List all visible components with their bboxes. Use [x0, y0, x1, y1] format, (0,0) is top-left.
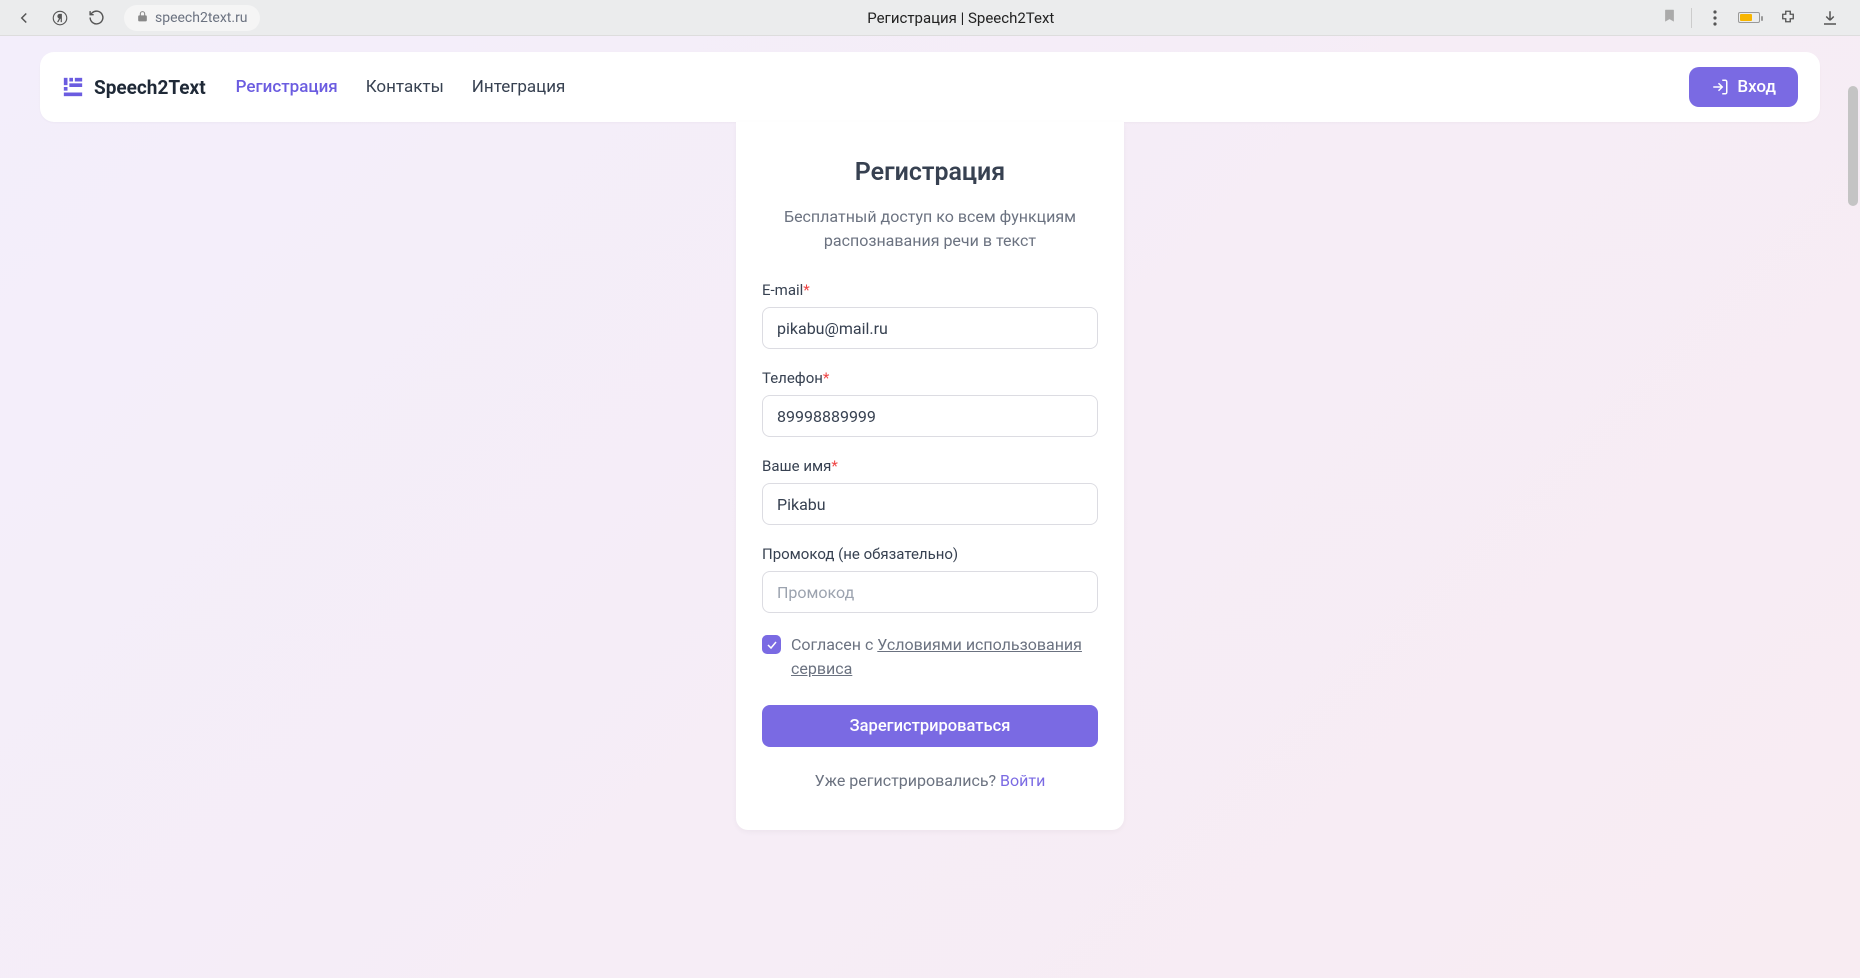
- submit-button[interactable]: Зарегистрироваться: [762, 705, 1098, 747]
- extensions-button[interactable]: [1774, 4, 1802, 32]
- reload-button[interactable]: [82, 4, 110, 32]
- nav-link-integration[interactable]: Интеграция: [472, 77, 566, 97]
- login-button[interactable]: Вход: [1689, 67, 1798, 107]
- brand-name: Speech2Text: [94, 76, 206, 99]
- name-group: Ваше имя*: [762, 457, 1098, 525]
- email-label: E-mail*: [762, 281, 1098, 299]
- login-button-label: Вход: [1737, 77, 1776, 97]
- separator: [1691, 8, 1692, 28]
- name-label: Ваше имя*: [762, 457, 1098, 475]
- login-icon: [1711, 78, 1729, 96]
- nav-link-contacts[interactable]: Контакты: [366, 77, 444, 97]
- name-field[interactable]: [762, 483, 1098, 525]
- page-body: Speech2Text Регистрация Контакты Интегра…: [0, 36, 1860, 978]
- phone-label: Телефон*: [762, 369, 1098, 387]
- url-text: speech2text.ru: [155, 10, 248, 26]
- required-marker: *: [823, 369, 829, 387]
- promo-field[interactable]: [762, 571, 1098, 613]
- navbar: Speech2Text Регистрация Контакты Интегра…: [40, 52, 1820, 122]
- menu-button[interactable]: [1706, 4, 1724, 32]
- brand[interactable]: Speech2Text: [62, 76, 206, 99]
- required-marker: *: [831, 457, 837, 475]
- download-button[interactable]: [1816, 4, 1844, 32]
- phone-field[interactable]: [762, 395, 1098, 437]
- card-subtitle: Бесплатный доступ ко всем функциям распо…: [762, 205, 1098, 253]
- battery-icon: [1738, 8, 1760, 27]
- required-marker: *: [803, 281, 809, 299]
- check-icon: [766, 639, 778, 651]
- tab-title: Регистрация | Speech2Text: [268, 9, 1654, 27]
- signin-link[interactable]: Войти: [1000, 771, 1045, 790]
- register-card: Регистрация Бесплатный доступ ко всем фу…: [736, 122, 1124, 830]
- phone-group: Телефон*: [762, 369, 1098, 437]
- email-field[interactable]: [762, 307, 1098, 349]
- promo-group: Промокод (не обязательно): [762, 545, 1098, 613]
- agree-row: Согласен с Условиями использования серви…: [762, 633, 1098, 681]
- card-title: Регистрация: [762, 158, 1098, 187]
- nav-link-register[interactable]: Регистрация: [236, 77, 338, 97]
- bookmark-icon[interactable]: [1662, 7, 1677, 29]
- back-button[interactable]: [10, 4, 38, 32]
- footer-text: Уже регистрировались? Войти: [762, 771, 1098, 790]
- yandex-button[interactable]: [46, 4, 74, 32]
- brand-logo-icon: [62, 76, 84, 98]
- promo-label: Промокод (не обязательно): [762, 545, 1098, 563]
- address-bar[interactable]: speech2text.ru: [124, 5, 260, 31]
- lock-icon: [136, 8, 149, 27]
- agree-checkbox[interactable]: [762, 635, 781, 654]
- agree-text: Согласен с Условиями использования серви…: [791, 633, 1098, 681]
- email-group: E-mail*: [762, 281, 1098, 349]
- browser-chrome: speech2text.ru Регистрация | Speech2Text: [0, 0, 1860, 36]
- nav-links: Регистрация Контакты Интеграция: [236, 77, 566, 97]
- scrollbar[interactable]: [1848, 86, 1858, 206]
